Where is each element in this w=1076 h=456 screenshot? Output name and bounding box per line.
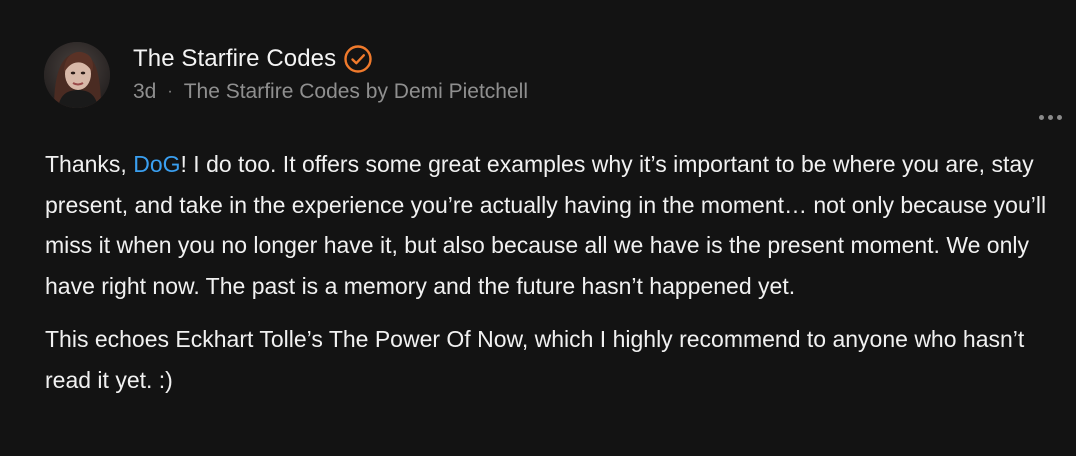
publication-name[interactable]: The Starfire Codes by Demi Pietchell [184, 80, 528, 104]
more-options-icon-dot [1056, 114, 1062, 120]
post-paragraph-2: This echoes Eckhart Tolle’s The Power Of… [45, 326, 1025, 393]
author-block: The Starfire Codes 3d · The Starfire Cod… [133, 42, 528, 104]
paragraph-text: Thanks, [45, 151, 134, 177]
meta-separator: · [167, 83, 173, 100]
avatar-photo [44, 42, 110, 108]
more-options-button[interactable] [1030, 102, 1070, 132]
more-options-icon-dot [1047, 114, 1053, 120]
post-body: Thanks, DoG! I do too. It offers some gr… [45, 144, 1055, 400]
author-name[interactable]: The Starfire Codes [133, 45, 336, 73]
paragraph-text: ! I do too. It offers some great example… [45, 151, 1047, 299]
post-timestamp[interactable]: 3d [133, 80, 156, 104]
avatar[interactable] [44, 42, 110, 108]
post-meta: 3d · The Starfire Codes by Demi Pietchel… [133, 80, 528, 104]
more-options-icon [1038, 114, 1044, 120]
post-header: The Starfire Codes 3d · The Starfire Cod… [44, 42, 1076, 120]
author-row: The Starfire Codes [133, 42, 528, 76]
user-mention-link[interactable]: DoG [133, 151, 180, 177]
verified-check-icon [343, 44, 373, 74]
post-paragraph-1: Thanks, DoG! I do too. It offers some gr… [45, 144, 1055, 306]
